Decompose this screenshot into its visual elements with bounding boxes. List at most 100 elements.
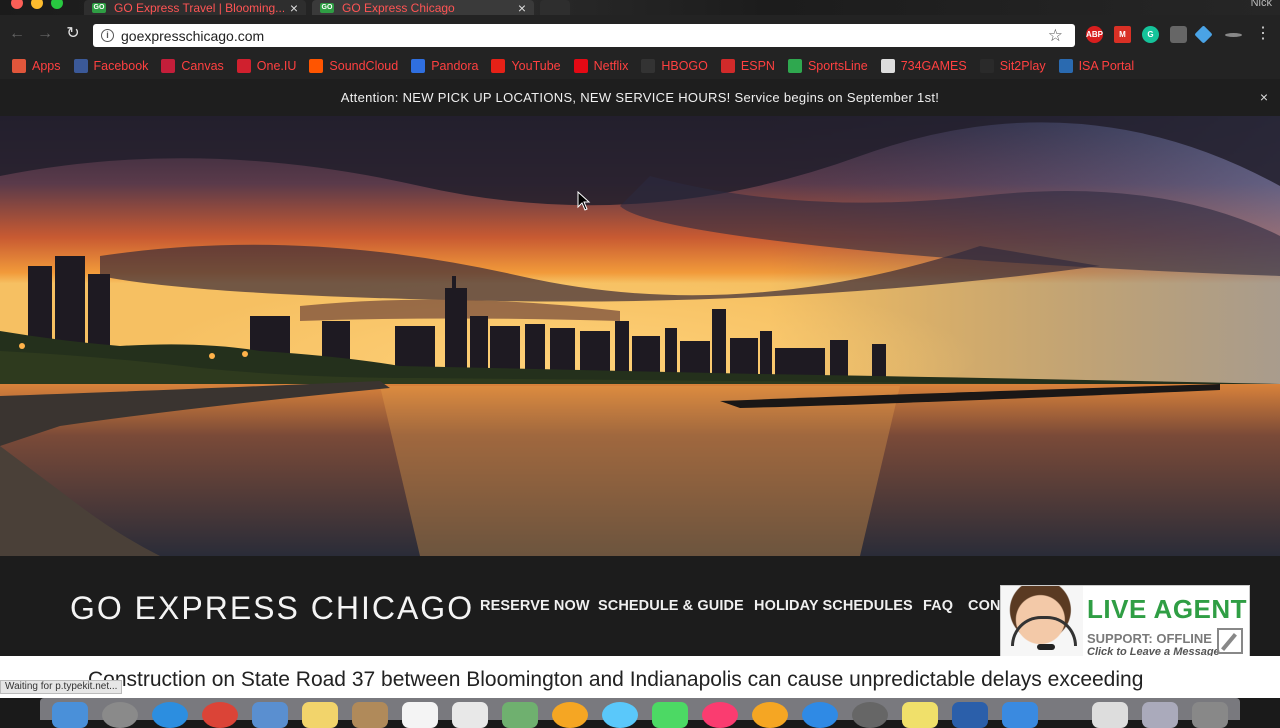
espn-icon xyxy=(720,59,735,73)
bookmark-one-iu[interactable]: One.IU xyxy=(236,59,297,73)
finder-icon[interactable] xyxy=(52,702,88,728)
browser-tab-2[interactable]: GO GO Express Chicago × xyxy=(312,0,534,16)
live-agent-title: LIVE AGENT xyxy=(1087,594,1248,624)
nav-faq[interactable]: FAQ xyxy=(923,598,953,614)
forward-arrow-icon[interactable]: → xyxy=(34,23,56,45)
maps-icon[interactable] xyxy=(502,702,538,728)
mouse-cursor-icon xyxy=(577,191,591,211)
safari-icon[interactable] xyxy=(152,702,188,728)
calendar-icon[interactable] xyxy=(402,702,438,728)
netflix-icon xyxy=(573,59,588,73)
reminders-icon[interactable] xyxy=(452,702,488,728)
soundcloud-icon xyxy=(309,59,324,73)
facebook-icon xyxy=(73,59,88,73)
bookmark-label: Facebook xyxy=(93,59,149,73)
stickies-icon[interactable] xyxy=(902,702,938,728)
gmail-icon[interactable]: M xyxy=(1114,26,1131,43)
sit2play-icon xyxy=(979,59,994,73)
one-iu-icon xyxy=(236,59,251,73)
bookmark-label: 734GAMES xyxy=(900,59,967,73)
reload-icon[interactable]: ↻ xyxy=(62,23,84,45)
url-input[interactable] xyxy=(121,27,1021,44)
facetime-icon[interactable] xyxy=(652,702,688,728)
edit-message-icon[interactable] xyxy=(1217,628,1243,654)
bookmark-label: ESPN xyxy=(740,59,775,73)
browser-tab-strip: GO GO Express Travel | Blooming... × GO … xyxy=(0,0,1280,16)
bookmark-734games[interactable]: 734GAMES xyxy=(880,59,967,73)
back-arrow-icon[interactable]: ← xyxy=(6,23,28,45)
new-tab-button[interactable] xyxy=(540,0,570,15)
close-tab-icon[interactable]: × xyxy=(290,0,298,16)
bookmark-label: Apps xyxy=(32,59,61,73)
nav-schedule-guide[interactable]: SCHEDULE & GUIDE xyxy=(598,598,744,614)
nav-holiday-schedules[interactable]: HOLIDAY SCHEDULES xyxy=(754,598,913,614)
bookmark-label: Sit2Play xyxy=(999,59,1046,73)
word-icon[interactable] xyxy=(952,702,988,728)
bookmark-label: Netflix xyxy=(593,59,629,73)
profile-name[interactable]: Nick xyxy=(1251,0,1272,9)
bookmark-facebook[interactable]: Facebook xyxy=(73,59,149,73)
system-preferences-icon[interactable] xyxy=(852,702,888,728)
go-favicon-icon: GO xyxy=(92,2,106,13)
youtube-icon xyxy=(491,59,506,73)
tab-title: GO Express Travel | Blooming... xyxy=(114,0,284,15)
bookmark-label: Canvas xyxy=(181,59,224,73)
bookmark-canvas[interactable]: Canvas xyxy=(161,59,224,73)
grammarly-icon[interactable]: G xyxy=(1142,26,1159,43)
diamond-icon[interactable] xyxy=(1194,25,1213,44)
live-agent-widget[interactable]: LIVE AGENT SUPPORT: OFFLINE Click to Lea… xyxy=(1000,585,1250,665)
app-store-icon[interactable] xyxy=(802,702,838,728)
address-bar[interactable]: i ☆ xyxy=(93,24,1075,47)
bookmark-label: HBOGO xyxy=(661,59,708,73)
bookmark-espn[interactable]: ESPN xyxy=(720,59,775,73)
mail-icon[interactable] xyxy=(252,702,288,728)
bookmark-apps[interactable]: Apps xyxy=(12,59,61,73)
hbogo-icon xyxy=(641,59,656,73)
bookmark-label: SoundCloud xyxy=(329,59,399,73)
bookmark-sit2play[interactable]: Sit2Play xyxy=(979,59,1046,73)
bookmark-hbogo[interactable]: HBOGO xyxy=(641,59,708,73)
bookmark-label: One.IU xyxy=(256,59,297,73)
utility-icon[interactable] xyxy=(1002,702,1038,728)
site-logo[interactable]: GO EXPRESS CHICAGO xyxy=(70,590,474,627)
downloads-icon[interactable] xyxy=(1142,702,1178,728)
ibooks-icon[interactable] xyxy=(752,702,788,728)
bookmark-star-icon[interactable]: ☆ xyxy=(1048,26,1063,46)
close-tab-icon[interactable]: × xyxy=(518,0,526,16)
chrome-icon[interactable] xyxy=(202,702,238,728)
bookmark-pandora[interactable]: Pandora xyxy=(411,59,478,73)
trash-icon[interactable] xyxy=(1192,702,1228,728)
browser-status-bar: Waiting for p.typekit.net... xyxy=(0,680,123,694)
close-window-icon[interactable] xyxy=(11,0,23,9)
menu-kebab-icon[interactable]: ⋮ xyxy=(1252,23,1274,45)
bookmark-youtube[interactable]: YouTube xyxy=(491,59,561,73)
notes-icon[interactable] xyxy=(302,702,338,728)
nav-contact[interactable]: CON xyxy=(968,598,1001,614)
document-icon[interactable] xyxy=(1092,702,1128,728)
contacts-icon[interactable] xyxy=(352,702,388,728)
browser-toolbar: ← → ↻ i ☆ ABP M G ⋮ xyxy=(0,15,1280,53)
info-icon[interactable]: i xyxy=(101,29,114,42)
nav-reserve-now[interactable]: RESERVE NOW xyxy=(480,598,590,614)
browser-tab-1[interactable]: GO GO Express Travel | Blooming... × xyxy=(84,0,306,16)
bookmark-soundcloud[interactable]: SoundCloud xyxy=(309,59,398,73)
maximize-window-icon[interactable] xyxy=(51,0,63,9)
photos-icon[interactable] xyxy=(552,702,588,728)
itunes-icon[interactable] xyxy=(702,702,738,728)
close-icon[interactable]: × xyxy=(1260,89,1268,105)
minimize-window-icon[interactable] xyxy=(31,0,43,9)
bookmark-isa-portal[interactable]: ISA Portal xyxy=(1058,59,1135,73)
bookmark-netflix[interactable]: Netflix xyxy=(573,59,629,73)
bookmark-label: SportsLine xyxy=(807,59,868,73)
launchpad-icon[interactable] xyxy=(102,702,138,728)
bookmark-label: ISA Portal xyxy=(1078,59,1135,73)
pen-icon[interactable] xyxy=(1225,33,1242,37)
support-status: SUPPORT: OFFLINE xyxy=(1087,631,1212,646)
isa-icon xyxy=(1058,59,1073,73)
bookmark-sportsline[interactable]: SportsLine xyxy=(787,59,868,73)
tab-title: GO Express Chicago xyxy=(342,0,455,15)
adblock-icon[interactable]: ABP xyxy=(1086,26,1103,43)
extension-icon[interactable] xyxy=(1170,26,1187,43)
sportsline-icon xyxy=(787,59,802,73)
messages-icon[interactable] xyxy=(602,702,638,728)
